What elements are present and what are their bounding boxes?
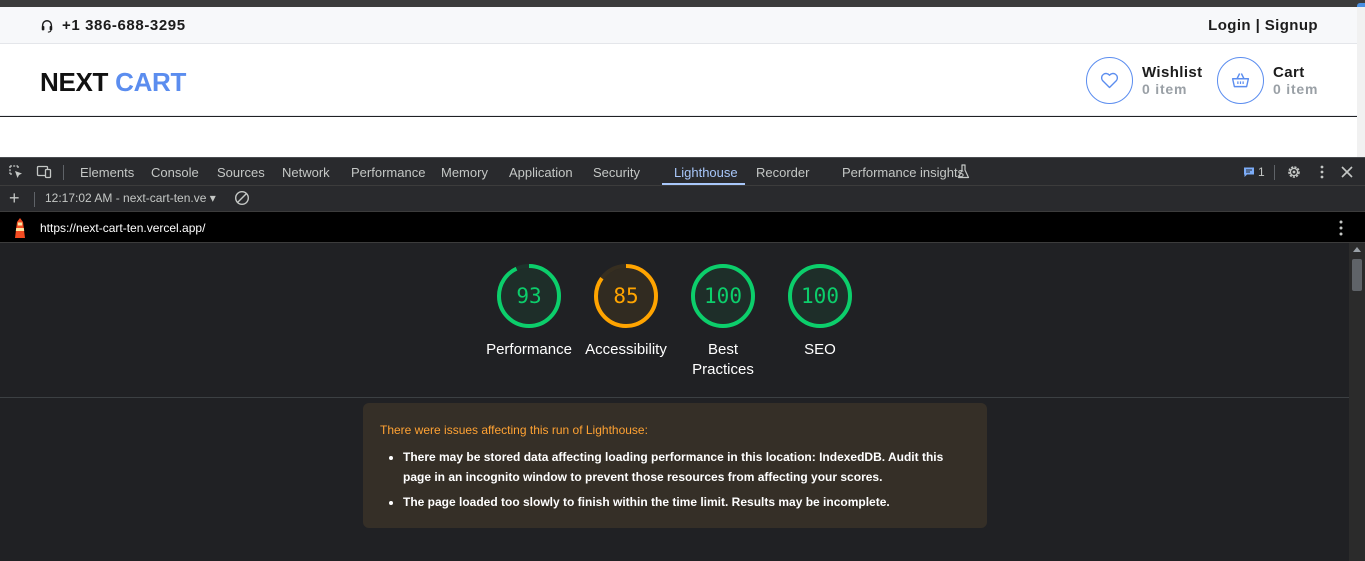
score-value: 93 [516,284,541,308]
report-menu-icon[interactable] [1333,219,1349,237]
clear-reports-icon[interactable] [234,190,250,206]
report-run-select[interactable]: 12:17:02 AM - next-cart-ten.ve ▾ [45,191,216,205]
tab-sources[interactable]: Sources [217,165,265,180]
cart-count: 0 item [1273,80,1319,97]
auth-separator: | [1255,17,1261,34]
page-scrollbar-track[interactable] [1357,7,1365,157]
settings-gear-icon[interactable] [1286,164,1302,180]
auth-links: Login | Signup [1208,17,1318,34]
warnings-title: There were issues affecting this run of … [380,423,648,437]
headset-icon [41,19,53,33]
lighthouse-report: 93 Performance 85 Accessibility 100 Best… [0,243,1349,561]
cart-icon-circle [1217,57,1264,104]
score-ring: 93 [497,264,561,328]
active-tab-indicator [662,183,745,185]
issues-count: 1 [1258,165,1265,179]
report-url-bar: https://next-cart-ten.vercel.app/ [0,212,1365,243]
toolbar-divider [34,192,35,207]
browser-top-edge [0,0,1365,17]
more-options-icon[interactable] [1314,164,1330,180]
tab-performance-insights[interactable]: Performance insights [842,165,964,180]
scroll-up-arrow-icon[interactable] [1353,247,1361,252]
phone-contact[interactable]: +1 386-688-3295 [40,17,186,34]
report-divider [0,397,1349,398]
warning-item: The page loaded too slowly to finish wit… [403,492,963,512]
tab-application[interactable]: Application [509,165,573,180]
scrollbar-thumb[interactable] [1352,259,1362,291]
score-ring: 100 [788,264,852,328]
new-report-button[interactable]: + [9,188,20,209]
report-scrollbar[interactable] [1349,243,1365,561]
wishlist-title: Wishlist [1142,63,1203,81]
wishlist-icon-circle [1086,57,1133,104]
tab-network[interactable]: Network [282,165,330,180]
tab-lighthouse[interactable]: Lighthouse [674,165,738,180]
toolbar-divider [1274,165,1275,180]
score-ring: 100 [691,264,755,328]
score-value: 85 [613,284,638,308]
toolbar-divider [63,165,64,180]
site-logo[interactable]: NEXT CART [40,67,186,98]
tab-console[interactable]: Console [151,165,199,180]
signup-link[interactable]: Signup [1265,17,1318,34]
wishlist-count: 0 item [1142,80,1188,97]
gauge-best-practices[interactable]: 100 Best Practices [674,263,772,380]
experiment-flask-icon [957,164,970,179]
score-ring: 85 [594,264,658,328]
gauge-seo[interactable]: 100 SEO [771,263,869,360]
gauge-performance[interactable]: 93 Performance [480,263,578,360]
device-toolbar-icon[interactable] [36,164,52,180]
site-content-area [0,117,1365,157]
cart-title: Cart [1273,63,1305,81]
tab-elements[interactable]: Elements [80,165,134,180]
wishlist-button[interactable]: Wishlist 0 item [1086,57,1203,104]
phone-number: +1 386-688-3295 [62,17,186,34]
gauge-label: SEO [804,341,836,358]
score-value: 100 [801,284,839,308]
devtools-tab-strip: Elements Console Sources Network Perform… [0,157,1365,186]
tab-recorder[interactable]: Recorder [756,165,809,180]
gauge-label: Best Practices [692,341,754,378]
report-url[interactable]: https://next-cart-ten.vercel.app/ [40,221,205,235]
warnings-list: There may be stored data affecting loadi… [403,447,963,517]
login-link[interactable]: Login [1208,17,1251,34]
gauge-label: Accessibility [585,341,667,358]
close-devtools-icon[interactable] [1339,164,1355,180]
caret-down-icon: ▾ [209,191,216,205]
gauge-accessibility[interactable]: 85 Accessibility [577,263,675,360]
logo-text-cart: CART [115,67,187,97]
issues-counter[interactable]: 1 [1243,165,1265,179]
tab-memory[interactable]: Memory [441,165,488,180]
runtime-warnings-box: There were issues affecting this run of … [363,403,987,528]
basket-icon [1231,73,1250,88]
logo-text-next: NEXT [40,67,109,97]
score-value: 100 [704,284,742,308]
inspect-element-icon[interactable] [8,164,24,180]
heart-icon [1100,72,1119,89]
site-topbar: +1 386-688-3295 Login | Signup [0,7,1365,44]
report-run-value: 12:17:02 AM - next-cart-ten.ve [45,191,207,205]
tab-performance[interactable]: Performance [351,165,425,180]
message-icon [1244,167,1254,177]
gauge-label: Performance [486,341,572,358]
lighthouse-toolbar: + 12:17:02 AM - next-cart-ten.ve ▾ [0,186,1365,212]
site-header: NEXT CART Wishlist 0 item Cart 0 item [0,44,1365,116]
warning-item: There may be stored data affecting loadi… [403,447,963,487]
tab-security[interactable]: Security [593,165,640,180]
screen: +1 386-688-3295 Login | Signup NEXT CART… [0,0,1365,561]
cart-button[interactable]: Cart 0 item [1217,57,1318,104]
lighthouse-logo-icon [15,218,25,238]
